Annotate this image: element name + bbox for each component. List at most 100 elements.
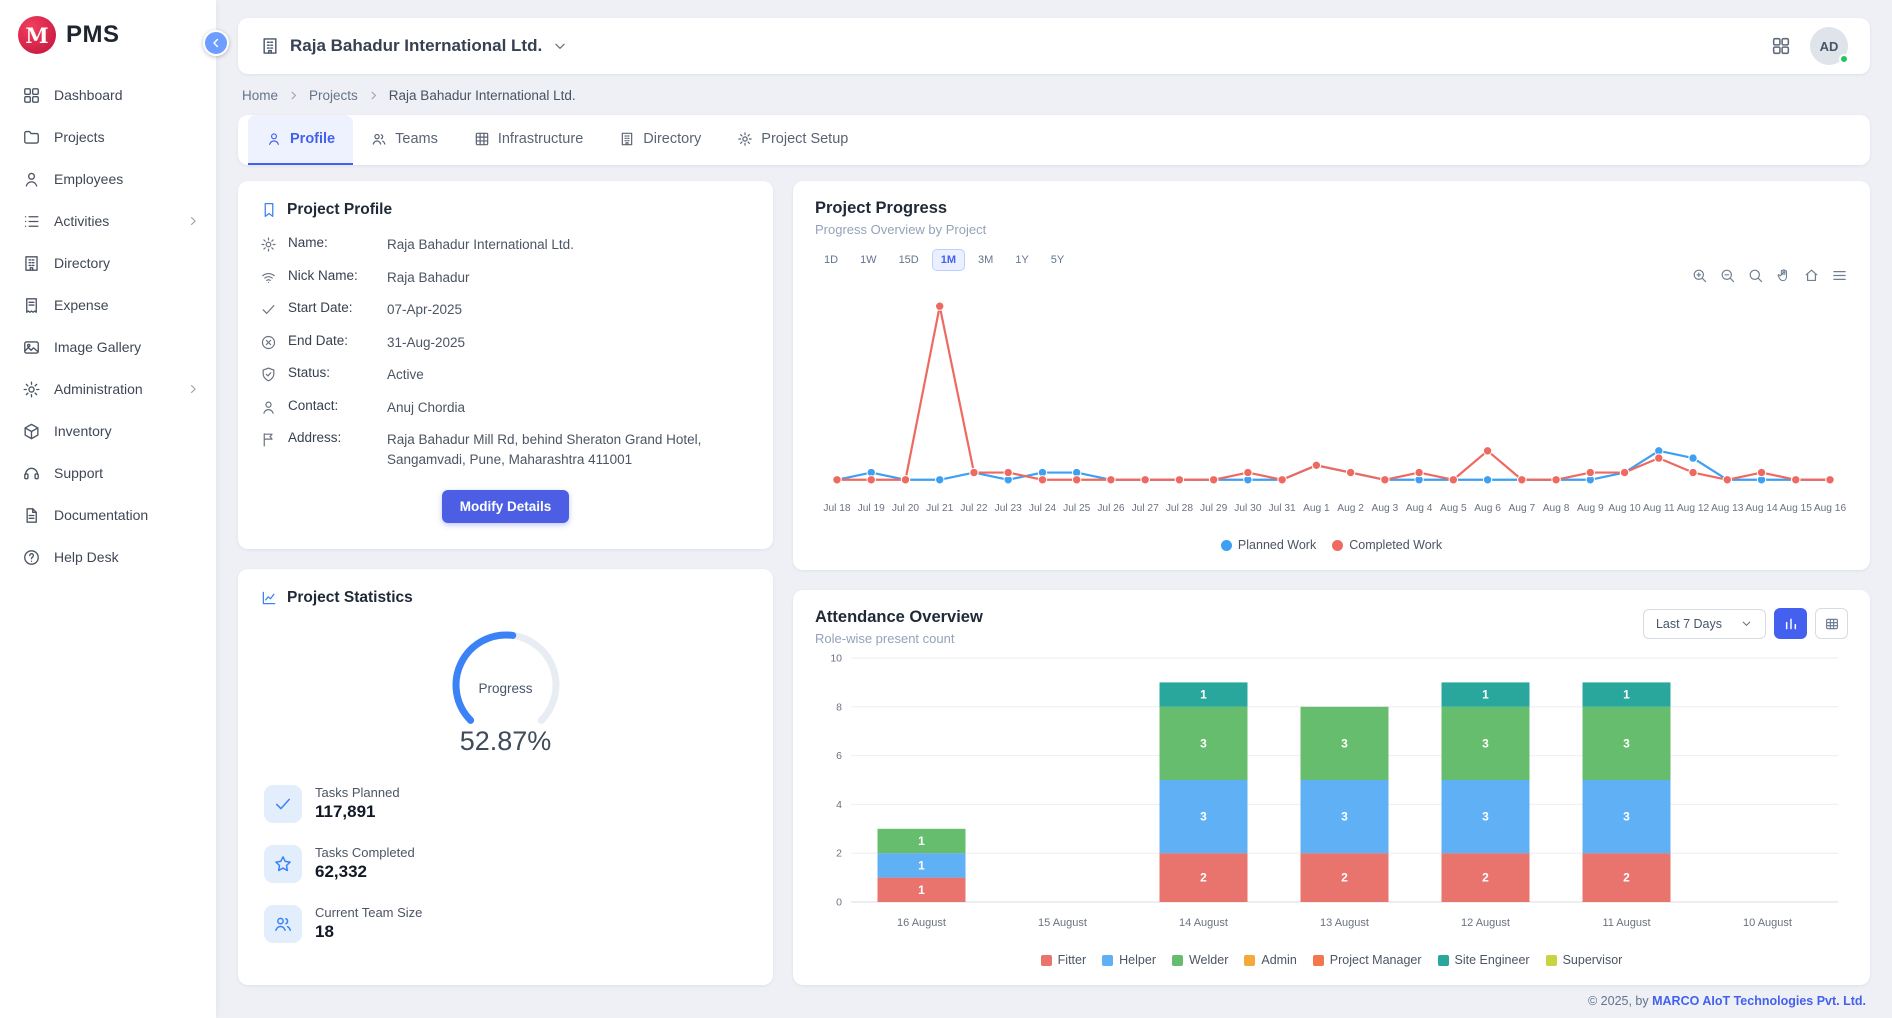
legend-marker xyxy=(1438,955,1449,966)
legend-marker xyxy=(1102,955,1113,966)
sidebar-item-label: Help Desk xyxy=(54,549,200,565)
selection-zoom-icon[interactable] xyxy=(1747,267,1764,284)
svg-text:10: 10 xyxy=(830,653,842,665)
sidebar-item-support[interactable]: Support xyxy=(0,452,216,494)
sidebar-item-help-desk[interactable]: Help Desk xyxy=(0,536,216,578)
svg-text:2: 2 xyxy=(1623,871,1630,885)
modify-details-button[interactable]: Modify Details xyxy=(442,490,570,523)
svg-text:Aug 15: Aug 15 xyxy=(1780,503,1813,514)
dashboard-icon xyxy=(22,86,41,105)
field-icon xyxy=(260,366,277,383)
svg-text:Aug 6: Aug 6 xyxy=(1474,503,1501,514)
sidebar-item-administration[interactable]: Administration xyxy=(0,368,216,410)
pan-icon[interactable] xyxy=(1775,267,1792,284)
sidebar-item-activities[interactable]: Activities xyxy=(0,200,216,242)
svg-text:3: 3 xyxy=(1341,810,1348,824)
tab-infrastructure[interactable]: Infrastructure xyxy=(456,115,601,165)
svg-text:3: 3 xyxy=(1623,736,1630,750)
chart-view-toggle[interactable] xyxy=(1774,608,1807,639)
field-label: Status: xyxy=(288,365,376,380)
svg-text:Aug 13: Aug 13 xyxy=(1711,503,1744,514)
chevron-left-icon xyxy=(209,36,223,50)
legend-item-admin[interactable]: Admin xyxy=(1244,953,1296,967)
sidebar-item-label: Documentation xyxy=(54,507,200,523)
field-end-date: End Date: 31-Aug-2025 xyxy=(260,333,751,353)
user-avatar[interactable]: AD xyxy=(1810,27,1848,65)
range-button-1y[interactable]: 1Y xyxy=(1006,249,1037,271)
legend-item-planned-work[interactable]: Planned Work xyxy=(1221,538,1316,552)
range-button-1w[interactable]: 1W xyxy=(851,249,886,271)
tab-directory[interactable]: Directory xyxy=(601,115,719,165)
project-progress-subtitle: Progress Overview by Project xyxy=(815,222,1848,237)
svg-text:Aug 12: Aug 12 xyxy=(1677,503,1710,514)
sidebar-item-documentation[interactable]: Documentation xyxy=(0,494,216,536)
range-button-5y[interactable]: 5Y xyxy=(1042,249,1073,271)
table-view-toggle[interactable] xyxy=(1815,608,1848,639)
svg-text:Jul 20: Jul 20 xyxy=(892,503,920,514)
sidebar-item-label: Support xyxy=(54,465,200,481)
sidebar-item-expense[interactable]: Expense xyxy=(0,284,216,326)
range-button-1d[interactable]: 1D xyxy=(815,249,847,271)
project-progress-card: Project Progress Progress Overview by Pr… xyxy=(793,181,1870,570)
legend-item-supervisor[interactable]: Supervisor xyxy=(1546,953,1623,967)
chevron-right-icon xyxy=(186,214,200,228)
legend-item-site-engineer[interactable]: Site Engineer xyxy=(1438,953,1530,967)
range-button-3m[interactable]: 3M xyxy=(969,249,1002,271)
expense-icon xyxy=(22,296,41,315)
zoom-in-icon[interactable] xyxy=(1691,267,1708,284)
menu-icon[interactable] xyxy=(1831,267,1848,284)
project-progress-line-chart: Jul 18Jul 19Jul 20Jul 21Jul 22Jul 23Jul … xyxy=(815,285,1848,527)
stat-tasks-planned: Tasks Planned 117,891 xyxy=(264,785,747,823)
stat-current-team-size: Current Team Size 18 xyxy=(264,905,747,943)
tab-label: Profile xyxy=(290,131,335,147)
footer-company-link[interactable]: MARCO AIoT Technologies Pvt. Ltd. xyxy=(1652,994,1866,1008)
field-label: Name: xyxy=(288,235,376,250)
sidebar-item-inventory[interactable]: Inventory xyxy=(0,410,216,452)
field-value: Anuj Chordia xyxy=(387,398,751,418)
svg-text:Aug 10: Aug 10 xyxy=(1608,503,1641,514)
legend-item-fitter[interactable]: Fitter xyxy=(1041,953,1086,967)
stat-label: Current Team Size xyxy=(315,905,422,920)
breadcrumb-separator-icon xyxy=(367,89,380,102)
attendance-subtitle: Role-wise present count xyxy=(815,631,983,646)
sidebar-item-projects[interactable]: Projects xyxy=(0,116,216,158)
sidebar-item-image-gallery[interactable]: Image Gallery xyxy=(0,326,216,368)
svg-text:Jul 19: Jul 19 xyxy=(858,503,886,514)
tab-project-setup[interactable]: Project Setup xyxy=(719,115,866,165)
tab-icon xyxy=(266,131,282,147)
projects-icon xyxy=(22,128,41,147)
range-button-1m[interactable]: 1M xyxy=(932,249,965,271)
svg-text:Jul 24: Jul 24 xyxy=(1029,503,1057,514)
sidebar-item-dashboard[interactable]: Dashboard xyxy=(0,74,216,116)
zoom-out-icon[interactable] xyxy=(1719,267,1736,284)
sidebar-collapse-button[interactable] xyxy=(203,30,229,56)
legend-item-welder[interactable]: Welder xyxy=(1172,953,1228,967)
field-value: Raja Bahadur International Ltd. xyxy=(387,235,751,255)
online-status-dot xyxy=(1839,54,1849,64)
legend-item-helper[interactable]: Helper xyxy=(1102,953,1156,967)
stat-label: Tasks Planned xyxy=(315,785,400,800)
reset-home-icon[interactable] xyxy=(1803,267,1820,284)
svg-text:Aug 1: Aug 1 xyxy=(1303,503,1330,514)
svg-text:Aug 3: Aug 3 xyxy=(1372,503,1399,514)
svg-text:Aug 11: Aug 11 xyxy=(1643,503,1675,514)
sidebar-item-employees[interactable]: Employees xyxy=(0,158,216,200)
sidebar-item-label: Activities xyxy=(54,213,173,229)
sidebar-item-directory[interactable]: Directory xyxy=(0,242,216,284)
legend-item-project-manager[interactable]: Project Manager xyxy=(1313,953,1422,967)
breadcrumb-item-projects[interactable]: Projects xyxy=(309,88,358,103)
range-button-15d[interactable]: 15D xyxy=(890,249,928,271)
field-label: Address: xyxy=(288,430,376,445)
company-selector[interactable]: Raja Bahadur International Ltd. xyxy=(260,36,568,56)
legend-item-completed-work[interactable]: Completed Work xyxy=(1332,538,1442,552)
avatar-initials: AD xyxy=(1820,39,1839,54)
app-logo: M PMS xyxy=(0,0,216,74)
apps-grid-icon[interactable] xyxy=(1770,35,1792,57)
svg-text:Aug 14: Aug 14 xyxy=(1745,503,1778,514)
tab-teams[interactable]: Teams xyxy=(353,115,456,165)
breadcrumb-item-home[interactable]: Home xyxy=(242,88,278,103)
line-chart-legend: Planned Work Completed Work xyxy=(815,538,1848,552)
date-range-select[interactable]: Last 7 Days xyxy=(1643,609,1766,639)
svg-text:10 August: 10 August xyxy=(1743,917,1792,929)
tab-profile[interactable]: Profile xyxy=(248,115,353,165)
